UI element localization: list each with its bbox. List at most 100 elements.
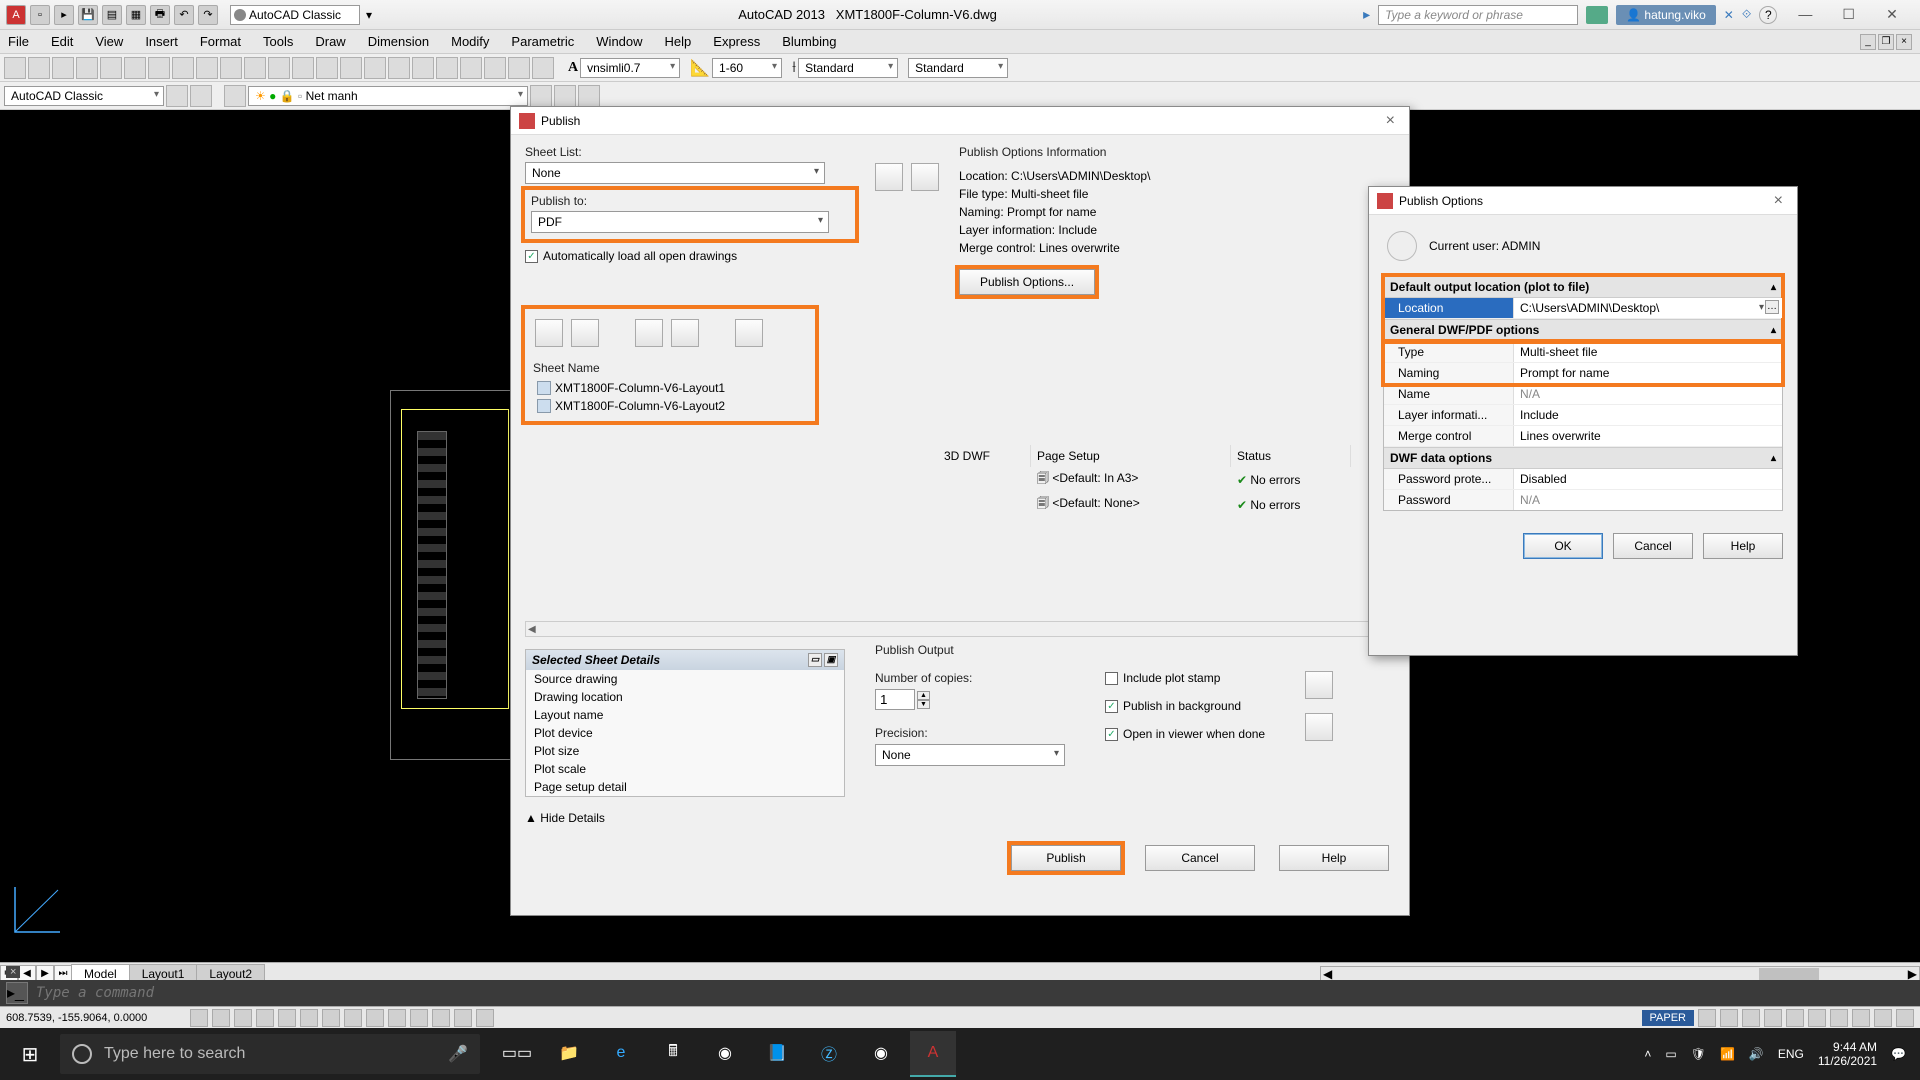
undo-icon[interactable]: ↶ [174,5,194,25]
section-dwf-pdf[interactable]: General DWF/PDF options▴ [1384,319,1782,341]
tool-icon[interactable] [166,85,188,107]
menu-tools[interactable]: Tools [263,34,293,49]
tool-icon[interactable] [190,85,212,107]
sheet-list-combo[interactable]: None [525,162,825,184]
menu-express[interactable]: Express [713,34,760,49]
publish-cancel-button[interactable]: Cancel [1145,845,1255,871]
menu-insert[interactable]: Insert [145,34,178,49]
sheet-row[interactable]: XMT1800F-Column-V6-Layout1 [531,379,809,397]
mdi-restore-icon[interactable]: ❐ [1878,34,1894,50]
edge-icon[interactable]: e [598,1031,644,1077]
help-search-input[interactable]: Type a keyword or phrase [1378,5,1578,25]
details-pin-icon[interactable]: ▣ [824,653,838,667]
tool-icon[interactable] [388,57,410,79]
row-naming[interactable]: NamingPrompt for name [1384,363,1782,384]
layer-props-icon[interactable] [224,85,246,107]
volume-icon[interactable]: 🔊 [1749,1047,1764,1061]
command-line[interactable]: × ▸_ [0,980,1920,1006]
workspace-combo-2[interactable]: AutoCAD Classic [4,86,164,106]
menu-view[interactable]: View [95,34,123,49]
status-icon[interactable] [212,1009,230,1027]
publish-button[interactable]: Publish [1011,845,1121,871]
status-icon[interactable] [1896,1009,1914,1027]
calculator-icon[interactable]: 🖩 [650,1031,696,1077]
status-icon[interactable] [366,1009,384,1027]
add-sheets-button[interactable] [535,319,563,347]
minimize-button[interactable]: — [1785,6,1825,22]
tray-icon[interactable]: ▭ [1665,1047,1676,1061]
status-icon[interactable] [278,1009,296,1027]
status-icon[interactable] [476,1009,494,1027]
bg-settings-button[interactable] [1305,713,1333,741]
stamp-settings-button[interactable] [1305,671,1333,699]
tool-icon[interactable] [196,57,218,79]
clock[interactable]: 9:44 AM 11/26/2021 [1818,1040,1877,1068]
status-icon[interactable] [1720,1009,1738,1027]
saveas-icon[interactable]: ▤ [102,5,122,25]
annoscale-combo[interactable]: 1-60 [712,58,782,78]
menu-blumbing[interactable]: Blumbing [782,34,836,49]
tool-icon[interactable] [578,85,600,107]
page-setup-icon[interactable]: 🗐 [1037,496,1049,510]
tool-icon[interactable] [436,57,458,79]
page-setup-value[interactable]: <Default: None> [1052,496,1139,510]
pval-naming[interactable]: Prompt for name [1514,363,1782,383]
status-icon[interactable] [1764,1009,1782,1027]
mdi-minimize-icon[interactable]: _ [1860,34,1876,50]
paper-model-toggle[interactable]: PAPER [1642,1010,1694,1026]
status-icon[interactable] [322,1009,340,1027]
pubopt-close-button[interactable]: × [1768,192,1789,210]
pval-location[interactable]: C:\Users\ADMIN\Desktop\ [1520,301,1659,315]
move-up-button[interactable] [635,319,663,347]
hide-details-link[interactable]: ▲ Hide Details [525,811,845,825]
mic-icon[interactable]: 🎤 [448,1044,468,1064]
tool-icon[interactable] [508,57,530,79]
page-setup-icon[interactable]: 🗐 [1037,471,1049,485]
row-type[interactable]: TypeMulti-sheet file [1384,342,1782,363]
tool-icon[interactable] [52,57,74,79]
pval-layer[interactable]: Include [1514,405,1782,425]
tool-icon[interactable] [100,57,122,79]
chrome2-icon[interactable]: ◉ [858,1031,904,1077]
publish-help-button[interactable]: Help [1279,845,1389,871]
redo-icon[interactable]: ↷ [198,5,218,25]
task-view-icon[interactable]: ▭▭ [494,1031,540,1077]
menu-draw[interactable]: Draw [315,34,345,49]
status-icon[interactable] [432,1009,450,1027]
tool-icon[interactable] [4,57,26,79]
plot-stamp-checkbox[interactable]: Include plot stamp [1105,671,1265,685]
background-checkbox[interactable]: ✓Publish in background [1105,699,1265,713]
open-viewer-checkbox[interactable]: ✓Open in viewer when done [1105,727,1265,741]
wifi-icon[interactable]: 📶 [1720,1047,1735,1061]
menu-format[interactable]: Format [200,34,241,49]
user-chip[interactable]: 👤 hatung.viko [1616,5,1716,25]
maximize-button[interactable]: ☐ [1829,6,1869,23]
notes-icon[interactable]: 📘 [754,1031,800,1077]
row-merge[interactable]: Merge controlLines overwrite [1384,426,1782,447]
row-location[interactable]: Location C:\Users\ADMIN\Desktop\… [1384,298,1782,319]
textstyle-combo[interactable]: vnsimli0.7 [580,58,680,78]
new-icon[interactable]: ▫ [30,5,50,25]
status-icon[interactable] [1852,1009,1870,1027]
zalo-icon[interactable]: Ⓩ [806,1031,852,1077]
tool-icon[interactable] [412,57,434,79]
spin-down-icon[interactable]: ▼ [917,700,930,709]
tool-icon[interactable] [244,57,266,79]
tool-icon[interactable] [484,57,506,79]
tool-icon[interactable] [28,57,50,79]
app-icon[interactable]: A [6,5,26,25]
status-icon[interactable] [234,1009,252,1027]
status-icon[interactable] [1786,1009,1804,1027]
sheet-row[interactable]: XMT1800F-Column-V6-Layout2 [531,397,809,415]
status-icon[interactable] [1808,1009,1826,1027]
publish-to-combo[interactable]: PDF [531,211,829,233]
pubopt-help-button[interactable]: Help [1703,533,1783,559]
section-output-location[interactable]: Default output location (plot to file)▴ [1384,276,1782,298]
dimstyle-combo[interactable]: Standard [798,58,898,78]
tool-icon[interactable] [340,57,362,79]
textstyle-icon[interactable]: A [568,60,578,76]
load-list-button[interactable] [875,163,903,191]
status-icon[interactable] [190,1009,208,1027]
pubopt-cancel-button[interactable]: Cancel [1613,533,1693,559]
status-icon[interactable] [344,1009,362,1027]
